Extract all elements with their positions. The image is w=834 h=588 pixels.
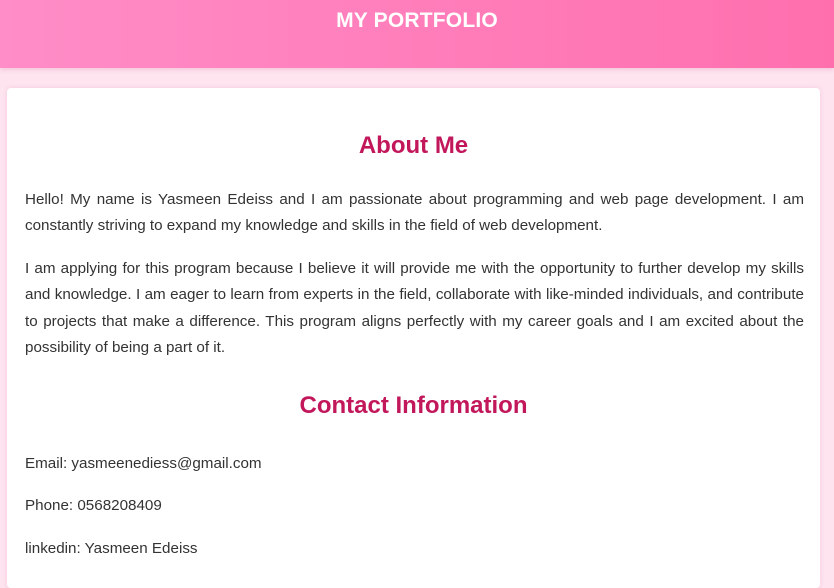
contact-phone: Phone: 0568208409 — [25, 497, 162, 514]
about-paragraph-motivation: I am applying for this program because I… — [25, 260, 804, 356]
contact-linkedin: linkedin: Yasmeen Edeiss — [25, 540, 198, 557]
about-paragraph-intro: Hello! My name is Yasmeen Edeiss and I a… — [25, 191, 804, 235]
contact-heading: Contact Information — [299, 392, 528, 419]
site-title: MY PORTFOLIO — [336, 9, 498, 32]
contact-email: Email: yasmeenediess@gmail.com — [25, 455, 262, 472]
site-header: MY PORTFOLIO — [0, 0, 834, 68]
content-card: About Me Hello! My name is Yasmeen Edeis… — [7, 88, 820, 588]
about-heading: About Me — [358, 132, 469, 159]
